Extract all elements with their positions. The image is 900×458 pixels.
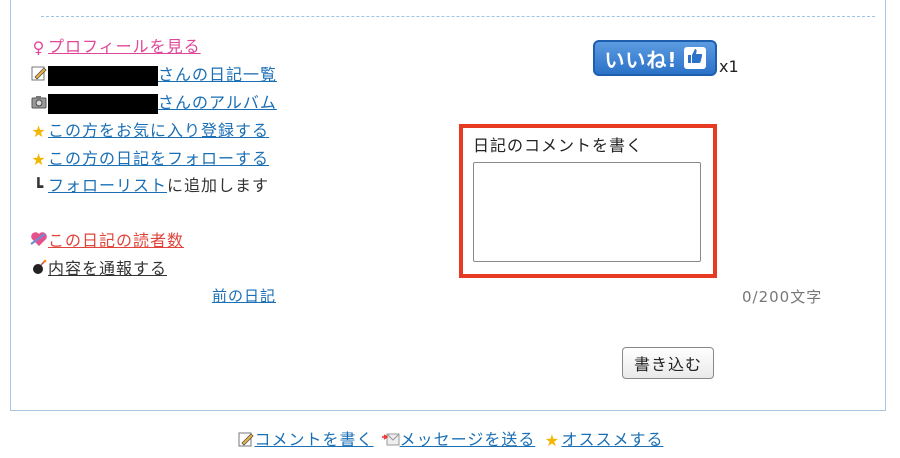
report-link[interactable]: 内容を通報する	[48, 259, 167, 278]
favorite-link[interactable]: この方をお気に入り登録する	[48, 121, 269, 140]
prev-diary-link[interactable]: 前の日記	[212, 285, 276, 306]
heart-icon	[30, 229, 48, 255]
redacted-username	[48, 93, 158, 114]
comment-form-highlight: 日記のコメントを書く	[459, 124, 717, 278]
comment-textarea[interactable]	[473, 162, 701, 262]
follow-list-suffix: に追加します	[167, 176, 270, 195]
star-icon: ★	[544, 431, 561, 450]
diary-list-row: さんの日記一覧	[30, 62, 277, 88]
diary-list-link[interactable]: さんの日記一覧	[48, 65, 277, 86]
follow-list-link[interactable]: フォローリスト	[48, 176, 167, 195]
readers-link[interactable]: この日記の読者数	[48, 231, 184, 250]
comment-label: 日記のコメントを書く	[473, 136, 644, 155]
like-button[interactable]: いいね!	[593, 40, 717, 76]
follow-row: ★この方の日記をフォローする	[30, 146, 269, 172]
female-icon: ♀	[32, 37, 46, 57]
follow-list-row: ┗ フォローリストに追加します	[30, 173, 269, 199]
star-icon: ★	[31, 149, 47, 169]
follow-list-corner: ┗	[33, 176, 45, 196]
album-link[interactable]: さんのアルバム	[48, 93, 277, 114]
char-counter: 0/200文字	[742, 288, 823, 306]
pencil-icon	[30, 63, 48, 89]
profile-link[interactable]: プロフィールを見る	[48, 37, 201, 56]
like-count: x1	[719, 57, 739, 76]
album-row: さんのアルバム	[30, 90, 277, 116]
like-area: いいね! x1	[593, 36, 739, 76]
follow-link[interactable]: この方の日記をフォローする	[48, 149, 269, 168]
favorite-row: ★この方をお気に入り登録する	[30, 118, 269, 144]
report-row: 内容を通報する	[30, 256, 167, 282]
readers-row: この日記の読者数	[30, 228, 184, 254]
submit-comment-button[interactable]: 書き込む	[622, 347, 714, 379]
profile-row: ♀ プロフィールを見る	[30, 34, 201, 60]
thumbs-up-icon	[683, 47, 706, 69]
send-message-link[interactable]: メッセージを送る	[400, 430, 536, 449]
recommend-link[interactable]: オススメする	[561, 430, 663, 449]
dashed-divider	[41, 16, 875, 17]
pencil-icon	[237, 431, 255, 451]
star-icon: ★	[31, 121, 47, 141]
camera-icon	[30, 91, 48, 117]
envelope-icon	[381, 431, 400, 451]
redacted-username	[48, 65, 158, 86]
footer-links: コメントを書く メッセージを送る ★オススメする	[0, 426, 900, 451]
write-comment-link[interactable]: コメントを書く	[255, 430, 374, 449]
bomb-icon	[30, 257, 48, 283]
like-label: いいね!	[604, 47, 678, 72]
